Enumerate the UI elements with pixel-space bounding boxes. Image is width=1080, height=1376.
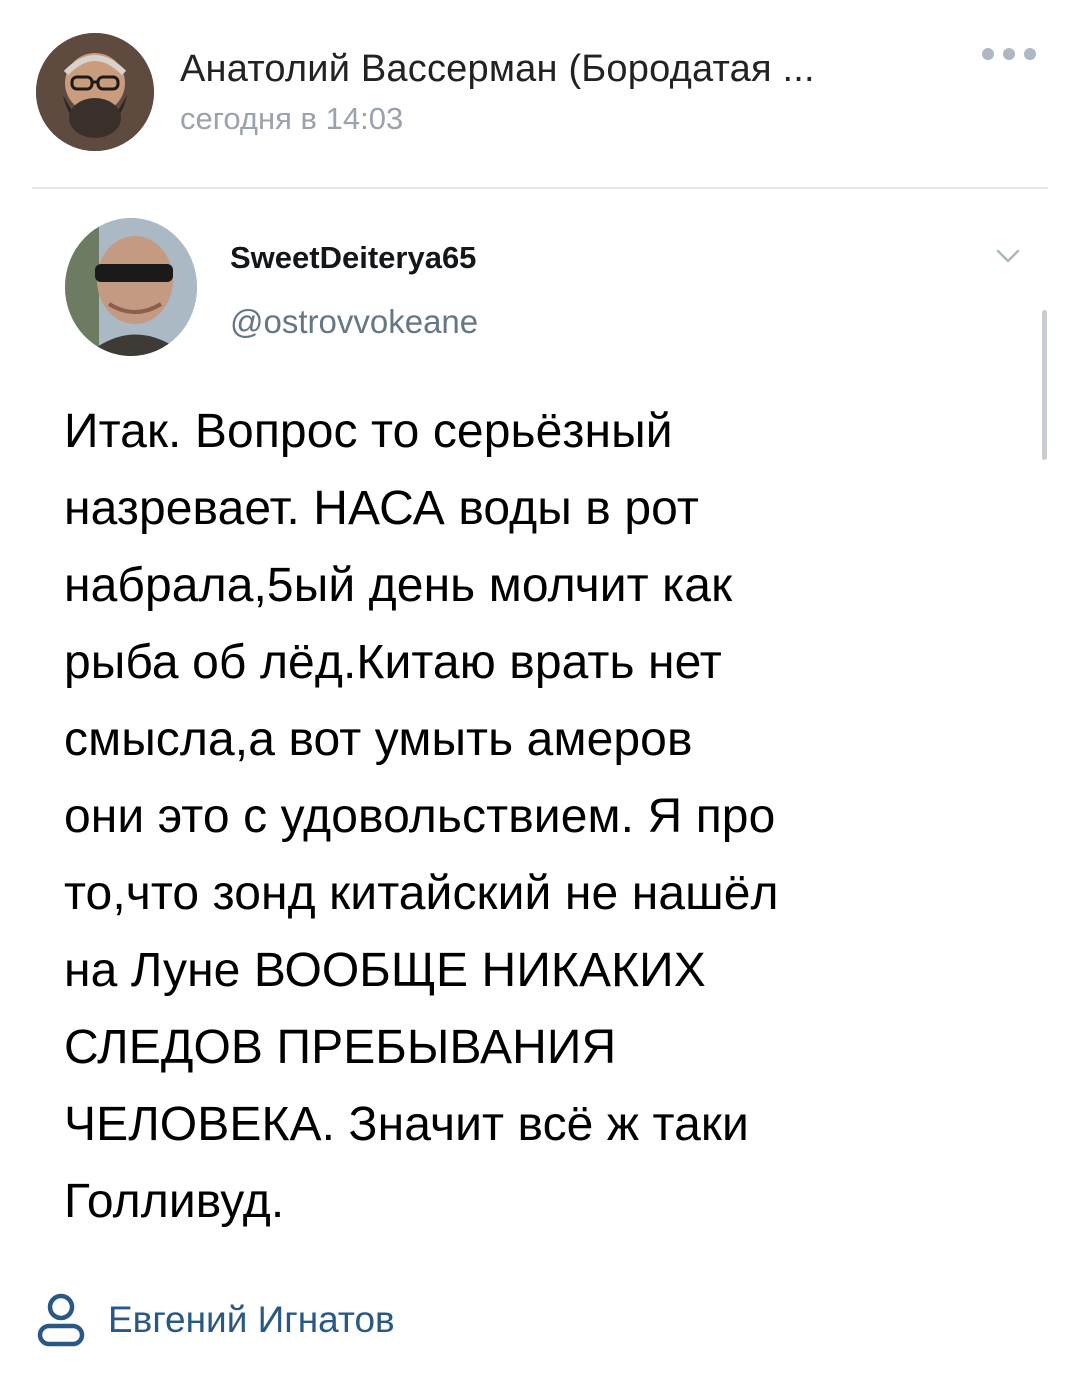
person-icon: [37, 1293, 85, 1347]
tweet-author-avatar: [65, 218, 197, 356]
source-author-link[interactable]: Евгений Игнатов: [36, 1290, 395, 1350]
scrollbar-thumb[interactable]: [1042, 310, 1047, 460]
author-photo-icon: [36, 33, 154, 151]
source-author-name[interactable]: Евгений Игнатов: [108, 1299, 395, 1341]
more-dots-icon[interactable]: [982, 42, 1036, 66]
header-divider: [32, 187, 1048, 189]
post-header: Анатолий Вассерман (Бородатая ... сегодн…: [0, 0, 1080, 190]
tweet-handle: @ostrovvokeane: [230, 303, 479, 340]
tweet-display-name: SweetDeiterya65: [230, 240, 477, 275]
chevron-down-icon[interactable]: [994, 246, 1022, 266]
dot: [1003, 48, 1015, 60]
author-name[interactable]: Анатолий Вассерман (Бородатая ...: [180, 48, 815, 91]
dot: [1024, 48, 1036, 60]
vk-post: Анатолий Вассерман (Бородатая ... сегодн…: [0, 0, 1080, 1376]
author-avatar[interactable]: [36, 33, 154, 151]
tweet-text: Итак. Вопрос то серьёзный назревает. НАС…: [64, 405, 779, 1228]
tweet-author-photo-icon: [65, 218, 197, 356]
dot: [982, 48, 994, 60]
post-timestamp[interactable]: сегодня в 14:03: [180, 101, 403, 137]
